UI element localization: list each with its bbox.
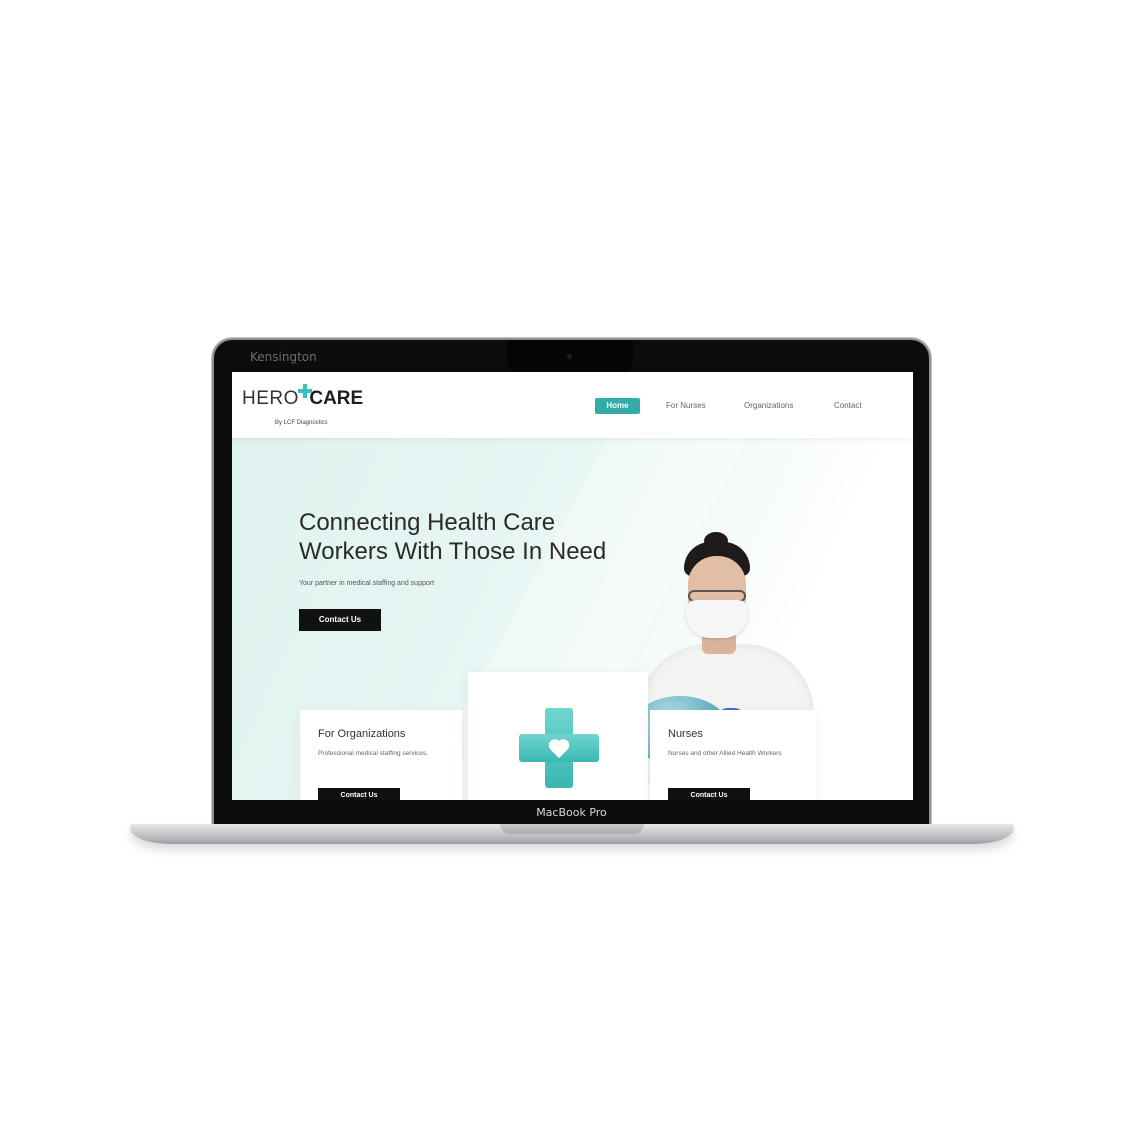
card-organizations-title: For Organizations	[318, 728, 406, 740]
hero-headline: Connecting Health Care Workers With Thos…	[299, 508, 659, 566]
laptop-base	[130, 824, 1014, 844]
hero-headline-line1: Connecting Health Care	[299, 509, 556, 536]
nav-organizations[interactable]: Organizations	[744, 398, 793, 414]
card-medical-cross	[468, 672, 648, 800]
logo-care-text: CARE	[309, 388, 364, 409]
card-nurses-button[interactable]: Contact Us	[668, 788, 750, 800]
laptop-lid: Kensington HERO CARE By LCF Diagnostics …	[214, 340, 929, 826]
nav-for-nurses[interactable]: For Nurses	[666, 398, 706, 414]
camera-icon	[567, 354, 572, 359]
medical-cross-icon	[519, 708, 599, 788]
card-nurses-title: Nurses	[668, 728, 703, 740]
camera-notch	[507, 340, 633, 372]
nav-contact[interactable]: Contact	[834, 398, 862, 414]
logo-plus-icon	[298, 384, 312, 398]
nurse-hair-bun	[704, 532, 728, 550]
nurse-mask	[686, 600, 748, 638]
card-organizations: For Organizations Professional medical s…	[300, 710, 462, 800]
laptop-hinge-notch	[500, 824, 644, 834]
nav-home[interactable]: Home	[595, 398, 640, 414]
hero-tagline: Your partner in medical staffing and sup…	[299, 580, 435, 587]
card-nurses-text: Nurses and other Allied Health Workers	[668, 750, 782, 757]
heart-icon	[548, 737, 570, 759]
site-logo[interactable]: HERO CARE By LCF Diagnostics	[242, 384, 364, 426]
laptop-screen: HERO CARE By LCF Diagnostics Home For Nu…	[232, 372, 913, 800]
card-nurses: Nurses Nurses and other Allied Health Wo…	[650, 710, 816, 800]
model-label: MacBook Pro	[536, 806, 607, 819]
logo-hero-text: HERO	[242, 388, 299, 409]
hero-contact-button[interactable]: Contact Us	[299, 609, 381, 631]
logo-subtitle: By LCF Diagnostics	[275, 420, 328, 426]
card-organizations-button[interactable]: Contact Us	[318, 788, 400, 800]
bezel-brand-label: Kensington	[250, 350, 317, 364]
site-header: HERO CARE By LCF Diagnostics Home For Nu…	[232, 372, 913, 438]
card-organizations-text: Professional medical staffing services.	[318, 750, 429, 757]
laptop-chin: MacBook Pro	[214, 803, 929, 826]
hero-headline-line2: Workers With Those In Need	[299, 538, 607, 565]
